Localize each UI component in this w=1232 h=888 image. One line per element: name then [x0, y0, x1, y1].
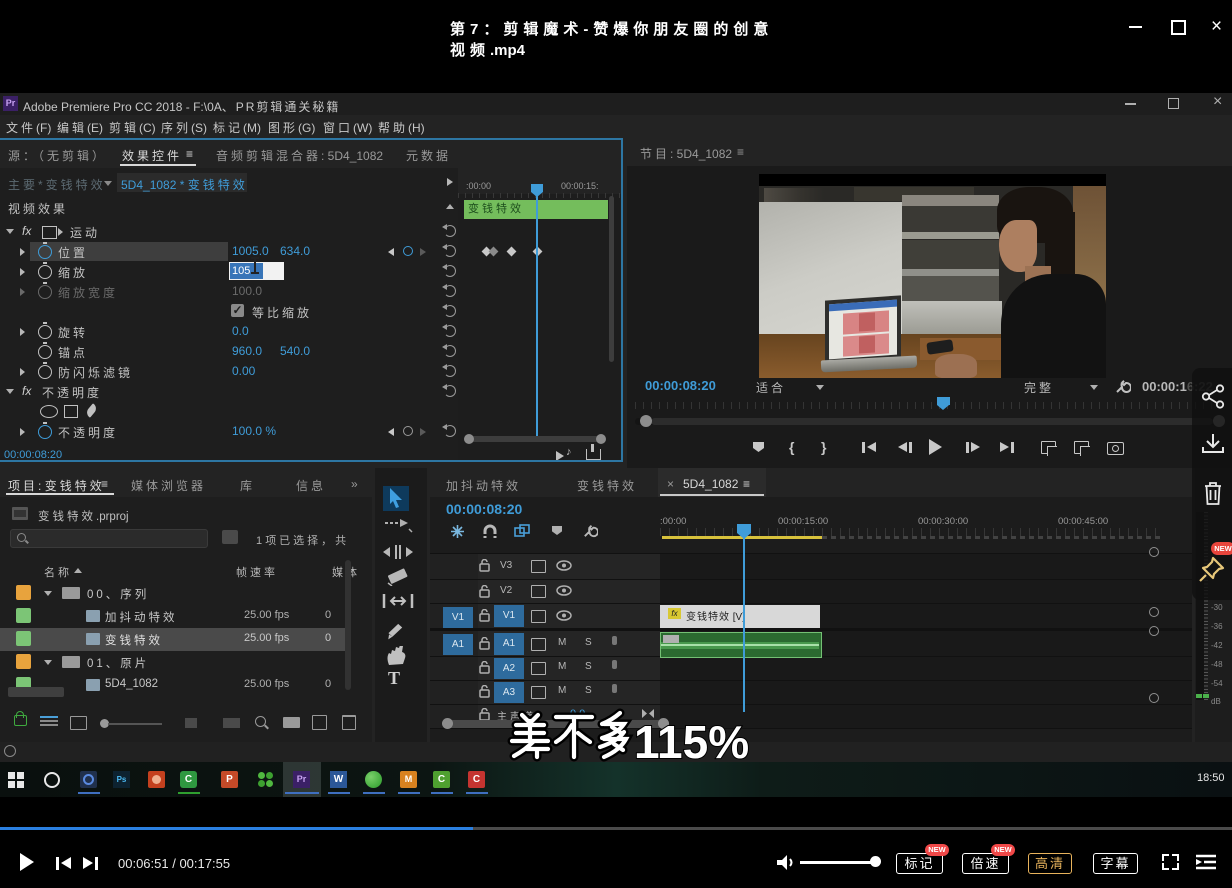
svg-text:115%: 115%: [634, 716, 749, 766]
